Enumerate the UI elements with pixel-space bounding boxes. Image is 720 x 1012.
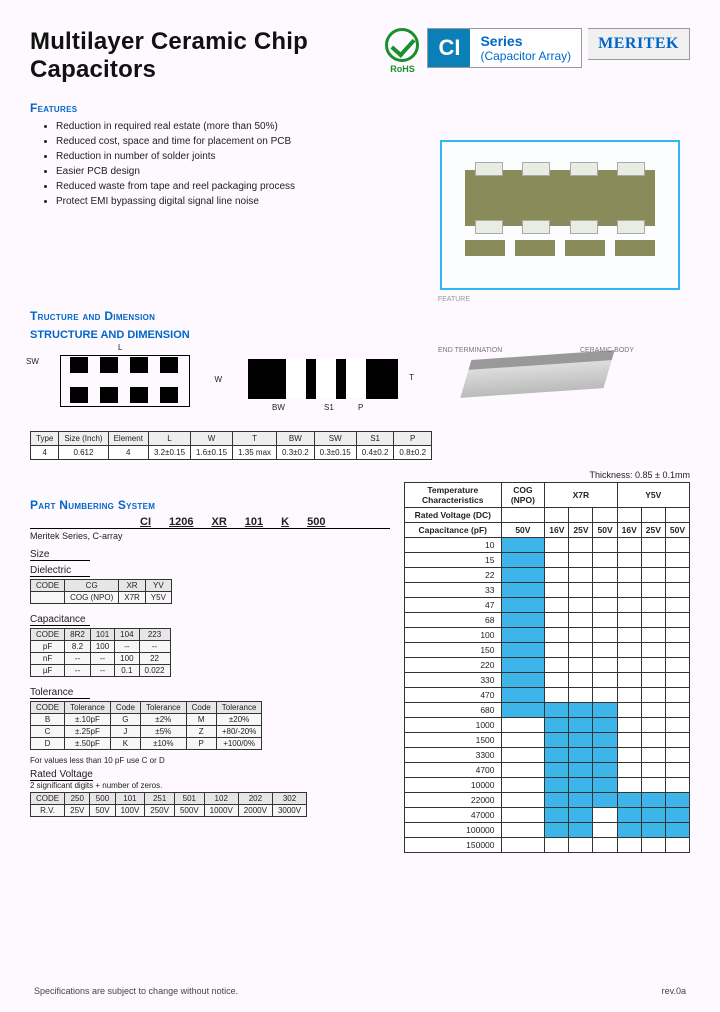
pns-example-prefix: Meritek Series, C-array (30, 531, 390, 541)
series-info: Series (Capacitor Array) (470, 29, 581, 67)
features-heading: Features (30, 101, 690, 115)
series-box: CI Series (Capacitor Array) (427, 28, 582, 68)
dim-label-p: P (358, 403, 363, 412)
dielectric-table: CODECGXRYVCOG (NPO)X7RY5V (30, 579, 172, 604)
capacitance-code-table: CODE8R2101104223pF8.2100----nF----10022µ… (30, 628, 171, 677)
brand-name: MERITEK (598, 35, 679, 53)
tolerance-table: CODEToleranceCodeToleranceCodeToleranceB… (30, 701, 262, 750)
capacitance-availability-panel: Thickness: 0.85 ± 0.1mm Temperature Char… (404, 470, 690, 853)
series-label: Series (480, 33, 571, 49)
dim-label-l: L (118, 343, 122, 352)
perspective-figure: END TERMINATION CERAMIC BODY (436, 345, 636, 423)
pns-label-capacitance: Capacitance (30, 614, 90, 626)
dimension-figures-row: L W SW BW S1 P T END TERMINATION CERAMIC… (30, 345, 690, 423)
page-header: Multilayer Ceramic Chip Capacitors RoHS … (30, 28, 690, 83)
dim-label-s1: S1 (324, 403, 334, 412)
chip-edge-illustration (465, 240, 655, 260)
series-code: CI (428, 29, 470, 67)
page: Multilayer Ceramic Chip Capacitors RoHS … (0, 0, 720, 1012)
top-view-figure: L W SW (30, 345, 210, 423)
label-end-termination: END TERMINATION (438, 347, 502, 354)
pns-label-size: Size (30, 549, 90, 561)
product-photo-box (440, 140, 680, 290)
structure-section: Tructure and Dimension STRUCTURE AND DIM… (30, 309, 690, 460)
page-title: Multilayer Ceramic Chip Capacitors (30, 28, 377, 83)
lower-columns: Part Numbering System CI1206XR101K500 Me… (30, 470, 690, 853)
page-footer: Specifications are subject to change wit… (34, 986, 686, 996)
feature-caption: FEATURE (438, 296, 470, 303)
pns-label-voltage: Rated Voltage (30, 769, 93, 781)
check-circle-icon (385, 28, 419, 62)
capacitance-availability-table: Temperature CharacteristicsCOG (NPO)X7RY… (404, 482, 690, 853)
footer-note: Specifications are subject to change wit… (34, 986, 238, 996)
side-view-figure: BW S1 P T (238, 349, 408, 419)
dim-label-sw: SW (26, 357, 39, 366)
structure-heading: Tructure and Dimension (30, 309, 690, 323)
brand-box: MERITEK (588, 28, 690, 60)
dim-label-t: T (409, 373, 414, 382)
rohs-label: RoHS (383, 64, 421, 74)
pns-label-dielectric: Dielectric (30, 565, 90, 577)
series-subtitle: (Capacitor Array) (480, 49, 571, 63)
thickness-note: Thickness: 0.85 ± 0.1mm (404, 470, 690, 480)
voltage-table: CODE250500101251501102202302R.V.25V50V10… (30, 792, 307, 817)
pns-heading: Part Numbering System (30, 498, 390, 512)
dimension-table: TypeSize (Inch)ElementLWTBWSWS1P40.61243… (30, 431, 432, 460)
pns-label-tolerance: Tolerance (30, 687, 90, 699)
chip-body-illustration (465, 170, 655, 226)
voltage-note: 2 significant digits + number of zeros. (30, 781, 390, 790)
dim-label-w: W (214, 375, 222, 384)
tolerance-note: For values less than 10 pF use C or D (30, 756, 390, 765)
revision-label: rev.0a (662, 986, 686, 996)
feature-item: Reduction in required real estate (more … (56, 119, 690, 134)
rohs-badge: RoHS (383, 28, 421, 74)
dim-label-bw: BW (272, 403, 285, 412)
label-ceramic-body: CERAMIC BODY (580, 347, 634, 354)
structure-subheading: STRUCTURE AND DIMENSION (30, 329, 690, 341)
part-numbering-section: Part Numbering System CI1206XR101K500 Me… (30, 470, 390, 853)
pns-example-codes: CI1206XR101K500 (30, 516, 390, 529)
